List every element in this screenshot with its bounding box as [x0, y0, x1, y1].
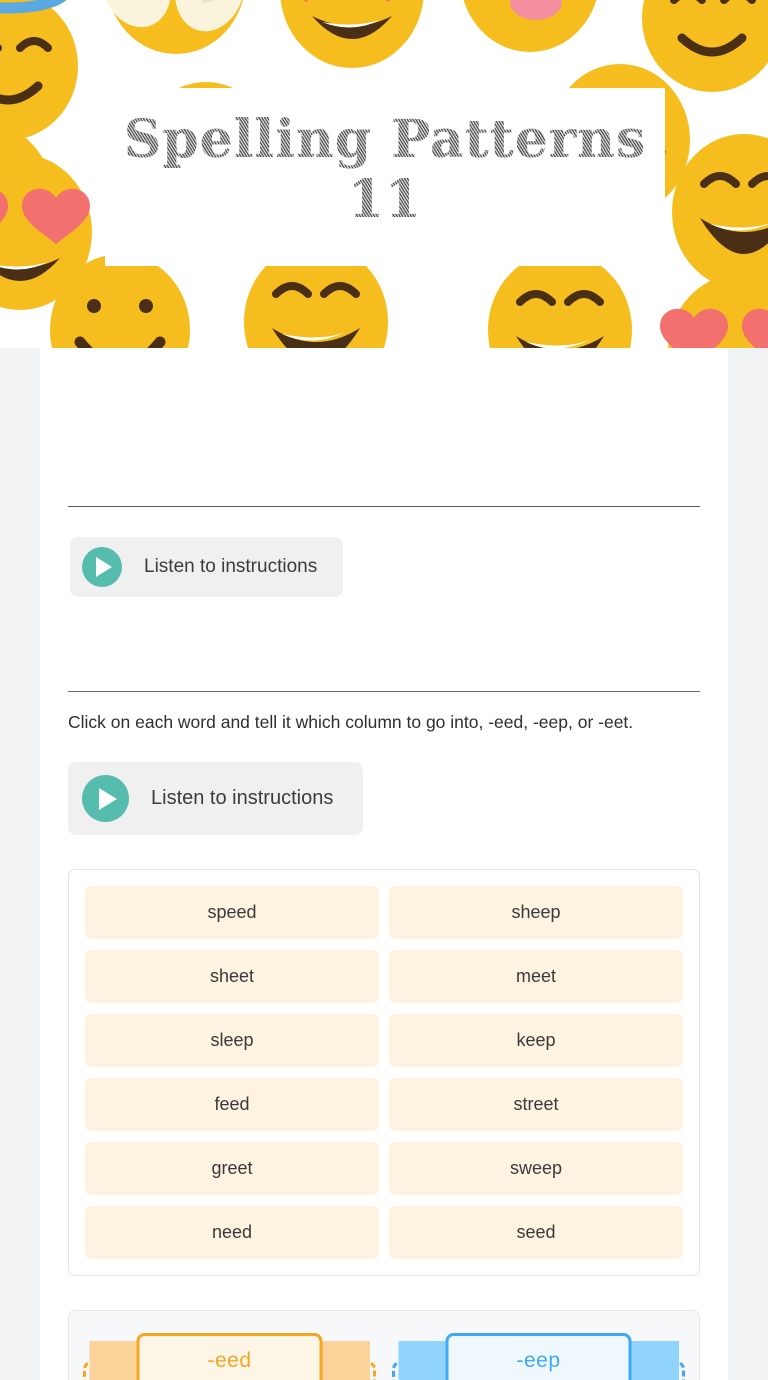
three-way-sort-section: Three Way Sort Click on each word and te… — [68, 655, 700, 734]
content-card: Some words have a double vowel followed … — [40, 348, 728, 1380]
word-tile[interactable]: keep — [389, 1014, 683, 1067]
word-tile[interactable]: seed — [389, 1206, 683, 1259]
word-tile[interactable]: sleep — [85, 1014, 379, 1067]
page-root: Spelling Patterns 11 Spelling Patterns 1… — [0, 0, 768, 1380]
intro-block: Some words have a double vowel followed … — [68, 348, 700, 507]
sort-column-eed: -eed — [83, 1333, 376, 1380]
intro-divider — [68, 506, 700, 507]
word-tile[interactable]: sheet — [85, 950, 379, 1003]
section-description: Click on each word and tell it which col… — [68, 712, 634, 732]
page-header: Spelling Patterns 11 Spelling Patterns 1… — [0, 0, 768, 348]
word-tile[interactable]: greet — [85, 1142, 379, 1195]
listen-button-label: Listen to instructions — [144, 556, 318, 577]
page-title: Spelling Patterns 11 — [105, 110, 665, 230]
dropzone-eed[interactable] — [83, 1361, 376, 1380]
play-triangle-icon — [98, 787, 117, 810]
intro-line-1: Some words have a double vowel followed … — [68, 374, 700, 426]
word-tile[interactable]: need — [85, 1206, 379, 1259]
word-tile[interactable]: meet — [389, 950, 683, 1003]
word-tile[interactable]: feed — [85, 1078, 379, 1131]
section-divider — [68, 691, 700, 692]
sort-column-eep: -eep — [392, 1333, 685, 1380]
play-triangle-icon — [96, 557, 112, 577]
listen-button-label: Listen to instructions — [151, 787, 334, 809]
word-tile[interactable]: speed — [85, 886, 379, 939]
section-heading: Three Way Sort — [68, 655, 700, 685]
title-banner: Spelling Patterns 11 Spelling Patterns 1… — [105, 88, 665, 266]
word-tile[interactable]: sweep — [389, 1142, 683, 1195]
word-tile[interactable]: street — [389, 1078, 683, 1131]
listen-to-instructions-button-sort[interactable]: Listen to instructions — [68, 762, 364, 835]
sort-columns-panel: -eed -eep — [68, 1310, 700, 1380]
play-icon[interactable] — [82, 547, 122, 587]
word-tile[interactable]: sheep — [389, 886, 683, 939]
dropzone-eep[interactable] — [392, 1361, 685, 1380]
play-icon[interactable] — [82, 775, 129, 822]
listen-to-instructions-button-intro[interactable]: Listen to instructions — [70, 537, 344, 597]
intro-line-2: Sometimes a double vowel sounds like the… — [68, 441, 699, 491]
word-tiles-panel: speed sheep sheet meet sleep keep feed s… — [68, 869, 700, 1276]
